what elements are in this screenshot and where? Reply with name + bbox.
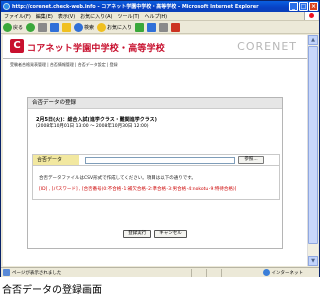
menu-favorites[interactable]: お気に入り(A) [80,13,112,20]
maximize-icon[interactable]: □ [299,2,308,11]
mail-icon[interactable] [147,22,157,32]
browse-button[interactable]: 参照... [238,156,264,164]
search-label: 検索 [84,24,95,31]
internet-globe-icon [262,269,270,276]
menu-edit[interactable]: 編集(E) [36,13,53,20]
window-controls: _ □ × [289,2,318,11]
registration-panel: 合否データの登録 2月5日(火)：総合入試(進学クラス・難関進学クラス) (20… [27,97,283,249]
event-period: (2008年10月01日 13:00 〜 2008年10月30日 12:00) [36,124,149,129]
file-path-input[interactable] [85,156,235,164]
back-arrow-icon [3,22,12,32]
page-done-icon [3,269,10,276]
scroll-thumb[interactable] [308,46,318,244]
status-divider [221,269,222,277]
minimize-icon[interactable]: _ [289,2,298,11]
forward-arrow-icon [26,22,36,32]
edit-icon[interactable] [171,22,181,32]
zone-label: インターネット [271,270,304,276]
title-bar: http://corenet.check-web.info - コアネット学園中… [1,1,319,12]
csv-format: [ID] , [パスワード] , [合否番号(0:不合格･1:補欠合格･2:準合… [39,187,237,192]
favorites-label: お気に入り [107,24,133,31]
school-logo-icon: C [10,39,24,53]
back-label: 戻る [13,24,24,31]
back-button[interactable]: 戻る [3,22,24,32]
menu-bar: ファイル(F) 編集(E) 表示(V) お気に入り(A) ツール(T) ヘルプ(… [1,12,319,21]
upload-row: 合否データ 参照... [32,154,280,166]
star-icon [97,22,107,32]
vertical-scrollbar[interactable]: ▲ ▼ [307,35,318,266]
ie-logo-icon [3,3,10,10]
forward-button[interactable] [26,22,36,32]
panel-heading: 合否データの登録 [28,98,282,109]
scroll-down-icon[interactable]: ▼ [308,256,318,266]
browser-window: http://corenet.check-web.info - コアネット学園中… [0,0,320,277]
brand-logo: CORENET [237,40,297,53]
menu-help[interactable]: ヘルプ(H) [144,13,167,20]
close-icon[interactable]: × [309,2,318,11]
stop-icon[interactable] [38,22,48,32]
csv-note: 合否データファイルはCSV形式で作成してください。項目は以下の通りです。 [39,176,196,181]
figure-caption: 合否データの登録画面 [2,285,102,296]
status-text: ページが表示されました [12,270,62,276]
site-header: C コアネット学園中学校・高等学校 CORENET [3,35,307,59]
scroll-up-icon[interactable]: ▲ [308,35,318,45]
cancel-button[interactable]: キャンセル [154,230,187,238]
site-name: コアネット学園中学校・高等学校 [27,44,166,54]
refresh-icon[interactable] [50,22,60,32]
menu-tools[interactable]: ツール(T) [118,13,140,20]
page-viewport: C コアネット学園中学校・高等学校 CORENET 受験者合格発表管理 | 合否… [3,35,307,266]
upload-instructions: 合否データファイルはCSV形式で作成してください。項目は以下の通りです。 [ID… [32,166,280,200]
menu-view[interactable]: 表示(V) [58,13,75,20]
menu-file[interactable]: ファイル(F) [4,13,31,20]
upload-label: 合否データ [33,155,79,165]
print-icon[interactable] [159,22,169,32]
toolbar: 戻る 検索 お気に入り [1,21,319,34]
window-title: http://corenet.check-web.info - コアネット学園中… [12,4,259,10]
status-divider [191,269,192,277]
event-title: 2月5日(火)：総合入試(進学クラス・難関進学クラス) [36,117,157,123]
breadcrumb[interactable]: 受験者合格発表管理 | 合否情報管理 | 合否データ設定 | 登録 [10,62,118,68]
windows-flag-icon [304,12,318,20]
security-zone: インターネット [262,269,304,276]
form-actions: 登録実行 キャンセル [28,230,282,238]
favorites-button[interactable]: お気に入り [97,22,133,32]
search-icon [74,22,84,32]
search-button[interactable]: 検索 [74,22,95,32]
history-icon[interactable] [135,22,145,32]
submit-button[interactable]: 登録実行 [123,230,152,238]
home-icon[interactable] [62,22,72,32]
status-bar: ページが表示されました インターネット [1,267,319,277]
status-divider [206,269,207,277]
